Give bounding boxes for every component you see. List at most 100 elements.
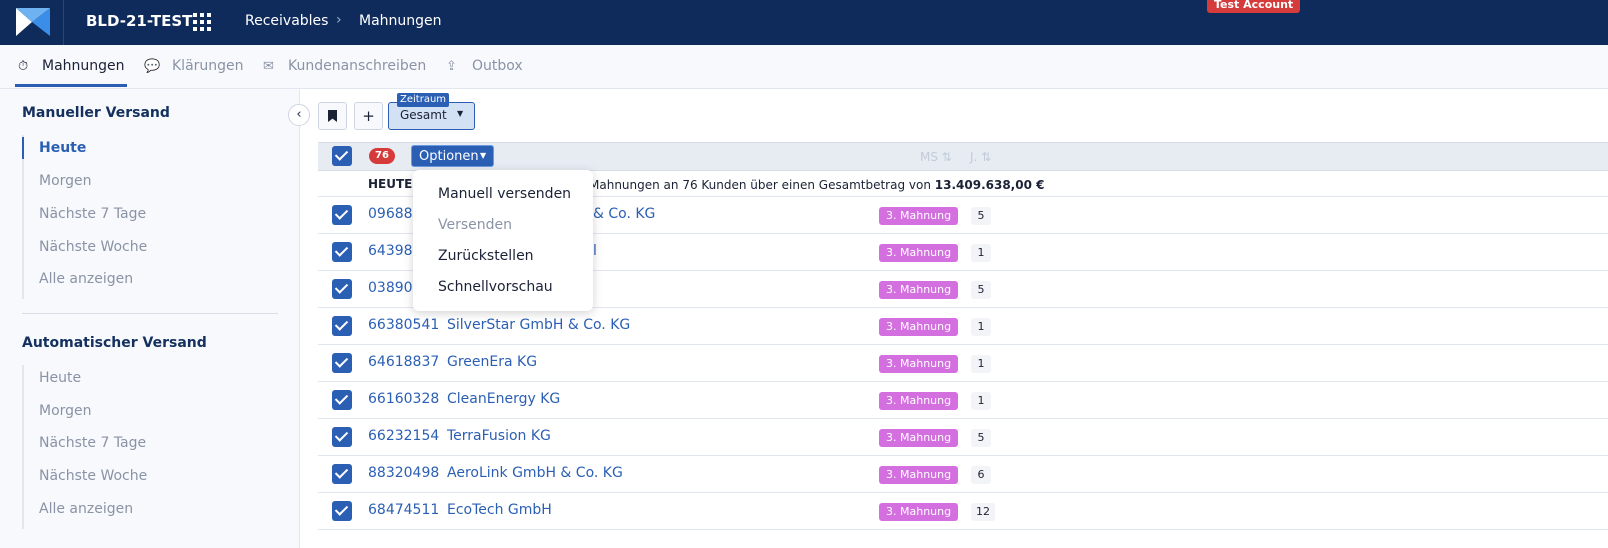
test-account-badge: Test Account	[1207, 0, 1301, 13]
tab-label: Kundenanschreiben	[288, 58, 427, 74]
customer-name[interactable]: CleanEnergy KG	[447, 391, 560, 407]
sidebar-item-manual-heute[interactable]: Heute	[39, 140, 86, 156]
count-badge: 1	[971, 244, 991, 262]
customer-name[interactable]: TerraFusion KG	[447, 428, 551, 444]
row-checkbox[interactable]	[332, 390, 352, 410]
sidebar-item-auto-morgen[interactable]: Morgen	[39, 403, 92, 419]
sidebar-item-auto-heute[interactable]: Heute	[39, 370, 81, 386]
sidebar-item-manual-all[interactable]: Alle anzeigen	[39, 271, 133, 287]
customer-name[interactable]: l	[593, 243, 597, 259]
caret-down-icon: ▼	[480, 151, 487, 160]
sidebar-item-manual-morgen[interactable]: Morgen	[39, 173, 92, 189]
table-row[interactable]: 64618837 GreenEra KG 3. Mahnung 1	[318, 345, 1608, 382]
table-row[interactable]: 66160328 CleanEnergy KG 3. Mahnung 1	[318, 382, 1608, 419]
table-row[interactable]: 66232154 TerraFusion KG 3. Mahnung 5	[318, 419, 1608, 456]
sidebar-collapse-button[interactable]: ‹	[288, 104, 310, 126]
column-header-j[interactable]: J. ⇅	[970, 150, 991, 164]
stopwatch-icon: ⏱	[18, 59, 29, 74]
customer-number[interactable]: 64398	[368, 243, 413, 259]
customer-name[interactable]: SilverStar GmbH & Co. KG	[447, 317, 630, 333]
stage-badge: 3. Mahnung	[879, 355, 959, 373]
stage-badge: 3. Mahnung	[879, 207, 959, 225]
count-badge: 5	[971, 281, 991, 299]
row-checkbox[interactable]	[332, 205, 352, 225]
count-badge: 5	[971, 429, 991, 447]
customer-number[interactable]: 68474511	[368, 502, 439, 518]
column-header-ms[interactable]: MS ⇅	[920, 150, 952, 164]
table-row[interactable]: 88320498 AeroLink GmbH & Co. KG 3. Mahnu…	[318, 456, 1608, 493]
stage-badge: 3. Mahnung	[879, 244, 959, 262]
customer-number[interactable]: 88320498	[368, 465, 439, 481]
stage-badge: 3. Mahnung	[879, 392, 959, 410]
caret-down-icon: ▼	[457, 109, 464, 118]
customer-name[interactable]: EcoTech GmbH	[447, 502, 552, 518]
customer-name[interactable]: & Co. KG	[593, 206, 655, 222]
bookmark-button[interactable]	[318, 102, 347, 130]
count-badge: 1	[971, 392, 991, 410]
row-checkbox[interactable]	[332, 279, 352, 299]
customer-number[interactable]: 66380541	[368, 317, 439, 333]
selected-count-badge: 76	[369, 148, 395, 164]
row-checkbox[interactable]	[332, 464, 352, 484]
menu-item-schnellvorschau[interactable]: Schnellvorschau	[438, 279, 553, 295]
sidebar-item-auto-next-7-days[interactable]: Nächste 7 Tage	[39, 435, 146, 451]
add-filter-button[interactable]: +	[354, 102, 383, 130]
tab-bar: ⏱ Mahnungen 💬 Klärungen ✉ Kundenanschrei…	[0, 45, 1608, 89]
bookmark-icon	[328, 110, 337, 122]
tab-label: Mahnungen	[42, 58, 125, 74]
row-checkbox[interactable]	[332, 353, 352, 373]
optionen-label: Optionen	[419, 149, 479, 164]
table-row[interactable]: 66380541 SilverStar GmbH & Co. KG 3. Mah…	[318, 308, 1608, 345]
customer-number[interactable]: 09688	[368, 206, 413, 222]
row-checkbox[interactable]	[332, 242, 352, 262]
select-all-checkbox[interactable]	[332, 146, 352, 166]
breadcrumb-mahnungen: Mahnungen	[359, 13, 442, 29]
summary-label: HEUTE	[368, 177, 413, 191]
stage-badge: 3. Mahnung	[879, 281, 959, 299]
sidebar: Manueller Versand Heute Morgen Nächste 7…	[0, 89, 300, 548]
customer-number[interactable]: 66160328	[368, 391, 439, 407]
summary-prefix: Mahnungen an 76 Kunden über einen Gesamt…	[589, 178, 935, 192]
sidebar-item-auto-all[interactable]: Alle anzeigen	[39, 501, 133, 517]
tab-label: Outbox	[472, 58, 523, 74]
row-checkbox[interactable]	[332, 316, 352, 336]
sidebar-item-manual-next-week[interactable]: Nächste Woche	[39, 239, 147, 255]
count-badge: 5	[971, 207, 991, 225]
count-badge: 1	[971, 355, 991, 373]
active-tab-indicator	[15, 84, 127, 87]
table-row[interactable]: 68474511 EcoTech GmbH 3. Mahnung 12	[318, 493, 1608, 530]
tab-label: Klärungen	[172, 58, 244, 74]
column-label: J.	[970, 150, 978, 164]
chevron-right-icon: ›	[336, 12, 342, 28]
customer-number[interactable]: 64618837	[368, 354, 439, 370]
zeitraum-value: Gesamt	[400, 108, 447, 122]
optionen-button[interactable]: Optionen ▼	[411, 145, 494, 167]
sidebar-divider	[22, 313, 278, 314]
chat-icon: 💬	[144, 59, 161, 74]
row-checkbox[interactable]	[332, 501, 352, 521]
menu-item-zurueckstellen[interactable]: Zurückstellen	[438, 248, 534, 264]
breadcrumb-receivables[interactable]: Receivables	[245, 13, 328, 29]
customer-number[interactable]: 66232154	[368, 428, 439, 444]
stage-badge: 3. Mahnung	[879, 429, 959, 447]
table-header	[318, 142, 1608, 171]
sidebar-heading-auto: Automatischer Versand	[22, 335, 207, 351]
count-badge: 1	[971, 318, 991, 336]
customer-number[interactable]: 03890	[368, 280, 413, 296]
app-grid-icon[interactable]	[193, 13, 211, 31]
customer-name[interactable]: GreenEra KG	[447, 354, 537, 370]
menu-item-manuell-versenden[interactable]: Manuell versenden	[438, 186, 571, 202]
app-logo[interactable]	[0, 0, 64, 45]
sidebar-item-auto-next-week[interactable]: Nächste Woche	[39, 468, 147, 484]
customer-name[interactable]: AeroLink GmbH & Co. KG	[447, 465, 623, 481]
count-badge: 6	[971, 466, 991, 484]
sidebar-heading-manual: Manueller Versand	[22, 105, 170, 121]
chevron-left-icon: ‹	[296, 107, 302, 122]
row-checkbox[interactable]	[332, 427, 352, 447]
top-bar: BLD-21-TEST Receivables › Mahnungen	[0, 0, 1608, 45]
mail-tray-icon: ✉	[263, 59, 274, 74]
sidebar-item-manual-next-7-days[interactable]: Nächste 7 Tage	[39, 206, 146, 222]
menu-item-versenden[interactable]: Versenden	[438, 217, 512, 233]
stage-badge: 3. Mahnung	[879, 318, 959, 336]
stage-badge: 3. Mahnung	[879, 503, 959, 521]
